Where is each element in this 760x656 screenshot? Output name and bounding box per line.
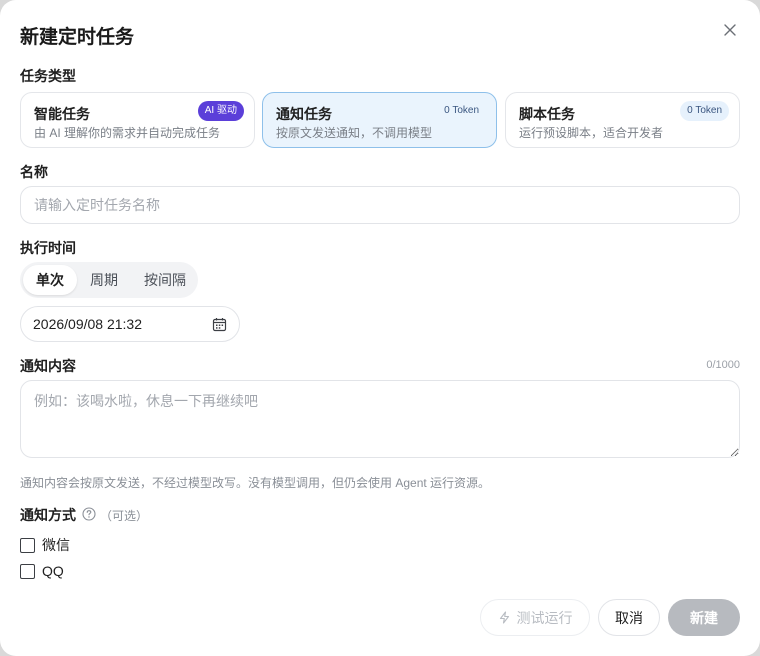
help-circle-icon[interactable]: [82, 506, 96, 524]
task-type-card-notify[interactable]: 通知任务 按原文发送通知，不调用模型 0 Token: [262, 92, 497, 148]
dialog-title: 新建定时任务: [20, 27, 135, 48]
task-name-input[interactable]: [20, 186, 740, 224]
task-type-name: 通知任务: [276, 106, 332, 122]
create-button[interactable]: 新建: [668, 599, 740, 636]
task-type-desc: 按原文发送通知，不调用模型: [276, 126, 433, 140]
notify-label: 通知方式: [20, 507, 76, 523]
datetime-value: 2026/09/08 21:32: [33, 316, 142, 332]
close-icon: [724, 24, 736, 36]
qq-checkbox[interactable]: [20, 563, 35, 579]
calendar-icon: [212, 317, 227, 331]
bolt-icon: [499, 611, 509, 624]
create-task-dialog: 新建定时任务 任务类型 智能任务 由 AI 理解你的需求并自动完成任务 AI 驱…: [0, 0, 760, 656]
content-label: 通知内容: [20, 358, 76, 374]
cancel-button[interactable]: 取消: [598, 599, 660, 636]
char-counter: 0/1000: [706, 359, 740, 371]
task-type-desc: 由 AI 理解你的需求并自动完成任务: [34, 126, 221, 140]
notify-label-row: 通知方式 （可选）: [20, 505, 148, 525]
optional-tag: （可选）: [100, 508, 149, 523]
channel-label: QQ: [42, 563, 64, 579]
schedule-mode-once[interactable]: 单次: [23, 265, 77, 295]
schedule-mode-segmented: 单次 周期 按间隔: [20, 262, 198, 298]
test-run-button[interactable]: 测试运行: [480, 599, 590, 636]
wechat-checkbox[interactable]: [20, 537, 35, 553]
token-badge: 0 Token: [680, 101, 729, 121]
close-button[interactable]: [718, 18, 742, 42]
token-badge: 0 Token: [444, 105, 479, 116]
channel-label: 微信: [42, 537, 70, 553]
content-hint: 通知内容会按原文发送，不经过模型改写。没有模型调用，但仍会使用 Agent 运行…: [20, 476, 491, 490]
task-type-name: 脚本任务: [519, 106, 575, 122]
task-type-desc: 运行预设脚本，适合开发者: [519, 126, 664, 140]
datetime-picker[interactable]: 2026/09/08 21:32: [20, 306, 240, 342]
schedule-label: 执行时间: [20, 240, 76, 256]
task-type-label: 任务类型: [20, 68, 76, 84]
task-type-card-smart[interactable]: 智能任务 由 AI 理解你的需求并自动完成任务 AI 驱动: [20, 92, 255, 148]
content-textarea[interactable]: [20, 380, 740, 458]
name-label: 名称: [20, 164, 48, 180]
channel-wechat[interactable]: 微信: [20, 535, 70, 555]
schedule-mode-recurring[interactable]: 周期: [77, 265, 131, 295]
task-type-card-script[interactable]: 脚本任务 运行预设脚本，适合开发者 0 Token: [505, 92, 740, 148]
task-type-name: 智能任务: [34, 106, 90, 122]
test-run-label: 测试运行: [516, 609, 573, 626]
schedule-mode-interval[interactable]: 按间隔: [131, 265, 199, 295]
channel-qq[interactable]: QQ: [20, 563, 64, 579]
ai-badge: AI 驱动: [197, 101, 244, 121]
